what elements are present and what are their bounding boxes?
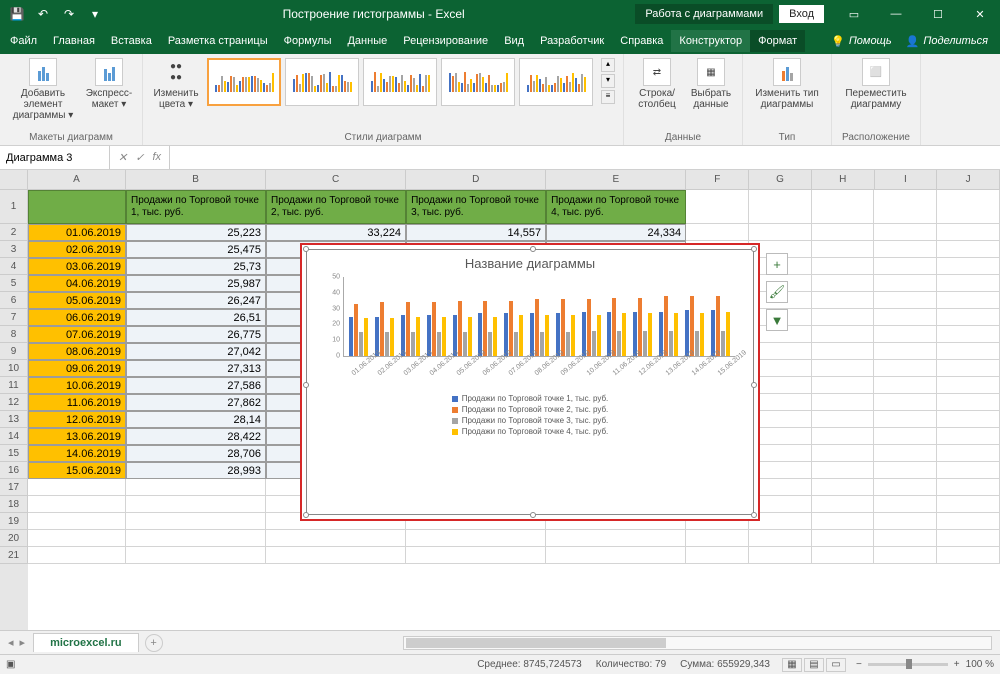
zoom-out-icon[interactable]: − xyxy=(856,659,862,670)
qa-more-icon[interactable]: ▾ xyxy=(84,3,106,25)
chart-plot-area[interactable]: 01020304050 xyxy=(343,277,735,357)
formula-bar[interactable] xyxy=(169,146,1000,169)
share-button[interactable]: 👤 Поделиться xyxy=(906,35,988,48)
undo-icon[interactable]: ↶ xyxy=(32,3,54,25)
login-button[interactable]: Вход xyxy=(779,5,824,23)
chart-elements-button[interactable]: + xyxy=(766,253,788,275)
ribbon-options-icon[interactable]: ▭ xyxy=(834,0,874,28)
chart-style-3[interactable] xyxy=(363,58,437,106)
sheet-nav-first[interactable]: ◂ xyxy=(8,636,14,649)
chart-styles-gallery[interactable] xyxy=(207,58,593,106)
tab-help[interactable]: Справка xyxy=(612,30,671,52)
change-colors[interactable]: ●●●● Изменить цвета ▾ xyxy=(151,58,201,110)
worksheet-grid[interactable]: 123456789101112131415161718192021 ABCDEF… xyxy=(0,170,1000,630)
close-icon[interactable]: ✕ xyxy=(960,0,1000,28)
sheet-tab[interactable]: microexcel.ru xyxy=(33,633,139,652)
add-chart-element[interactable]: Добавить элемент диаграммы ▾ xyxy=(8,58,78,121)
name-box[interactable]: Диаграмма 3 xyxy=(0,146,110,169)
fx-cancel-icon[interactable]: ✕ xyxy=(118,151,127,164)
chart-style-2[interactable] xyxy=(285,58,359,106)
style-up-icon[interactable]: ▴ xyxy=(601,58,615,72)
window-title: Построение гистограммы - Excel xyxy=(112,7,635,21)
chart-styles-button[interactable]: 🖌 xyxy=(766,281,788,303)
chart-legend[interactable]: Продажи по Торговой точке 1, тыс. руб.Пр… xyxy=(307,394,753,436)
fx-ok-icon[interactable]: ✓ xyxy=(135,151,144,164)
minimize-icon[interactable]: — xyxy=(876,0,916,28)
chart-object[interactable]: Название диаграммы 01020304050 01.06.201… xyxy=(300,243,760,521)
zoom-level[interactable]: 100 % xyxy=(966,659,994,670)
tab-formulas[interactable]: Формулы xyxy=(276,30,340,52)
tab-developer[interactable]: Разработчик xyxy=(532,30,612,52)
style-down-icon[interactable]: ▾ xyxy=(601,74,615,88)
chart-style-5[interactable] xyxy=(519,58,593,106)
change-chart-type[interactable]: Изменить тип диаграммы xyxy=(751,58,823,110)
chart-style-1[interactable] xyxy=(207,58,281,106)
view-break-icon[interactable]: ▭ xyxy=(826,658,846,672)
chart-filter-button[interactable]: ▼ xyxy=(766,309,788,331)
view-normal-icon[interactable]: ▦ xyxy=(782,658,802,672)
tab-insert[interactable]: Вставка xyxy=(103,30,160,52)
tab-format[interactable]: Формат xyxy=(750,30,805,52)
chart-tools-badge: Работа с диаграммами xyxy=(635,4,773,24)
ribbon: Добавить элемент диаграммы ▾ Экспресс-ма… xyxy=(0,54,1000,146)
quick-layout[interactable]: Экспресс-макет ▾ xyxy=(84,58,134,110)
chart-title[interactable]: Название диаграммы xyxy=(307,250,753,273)
save-icon[interactable]: 💾 xyxy=(6,3,28,25)
tab-review[interactable]: Рецензирование xyxy=(395,30,496,52)
tab-home[interactable]: Главная xyxy=(45,30,103,52)
sheet-nav-last[interactable]: ▸ xyxy=(20,636,26,649)
new-sheet-button[interactable]: + xyxy=(145,634,163,652)
status-count: Количество: 79 xyxy=(596,659,666,670)
redo-icon[interactable]: ↷ xyxy=(58,3,80,25)
fx-icon[interactable]: fx xyxy=(152,151,161,164)
view-layout-icon[interactable]: ▤ xyxy=(804,658,824,672)
switch-row-col[interactable]: ⇄ Строка/столбец xyxy=(632,58,682,110)
zoom-in-icon[interactable]: + xyxy=(954,659,960,670)
tab-layout[interactable]: Разметка страницы xyxy=(160,30,276,52)
move-chart[interactable]: ⬜ Переместить диаграмму xyxy=(840,58,912,110)
maximize-icon[interactable]: ☐ xyxy=(918,0,958,28)
tab-file[interactable]: Файл xyxy=(2,30,45,52)
select-data[interactable]: ▦ Выбрать данные xyxy=(688,58,734,110)
style-more-icon[interactable]: ≡ xyxy=(601,90,615,104)
status-sum: Сумма: 655929,343 xyxy=(680,659,770,670)
tab-design[interactable]: Конструктор xyxy=(671,30,750,52)
tab-view[interactable]: Вид xyxy=(496,30,532,52)
tab-data[interactable]: Данные xyxy=(339,30,395,52)
zoom-slider[interactable] xyxy=(868,663,948,666)
record-macro-icon[interactable]: ▣ xyxy=(6,659,15,670)
status-average: Среднее: 8745,724573 xyxy=(477,659,582,670)
horizontal-scrollbar[interactable] xyxy=(403,636,992,650)
tell-me[interactable]: 💡 Помощь xyxy=(831,35,892,48)
chart-style-4[interactable] xyxy=(441,58,515,106)
